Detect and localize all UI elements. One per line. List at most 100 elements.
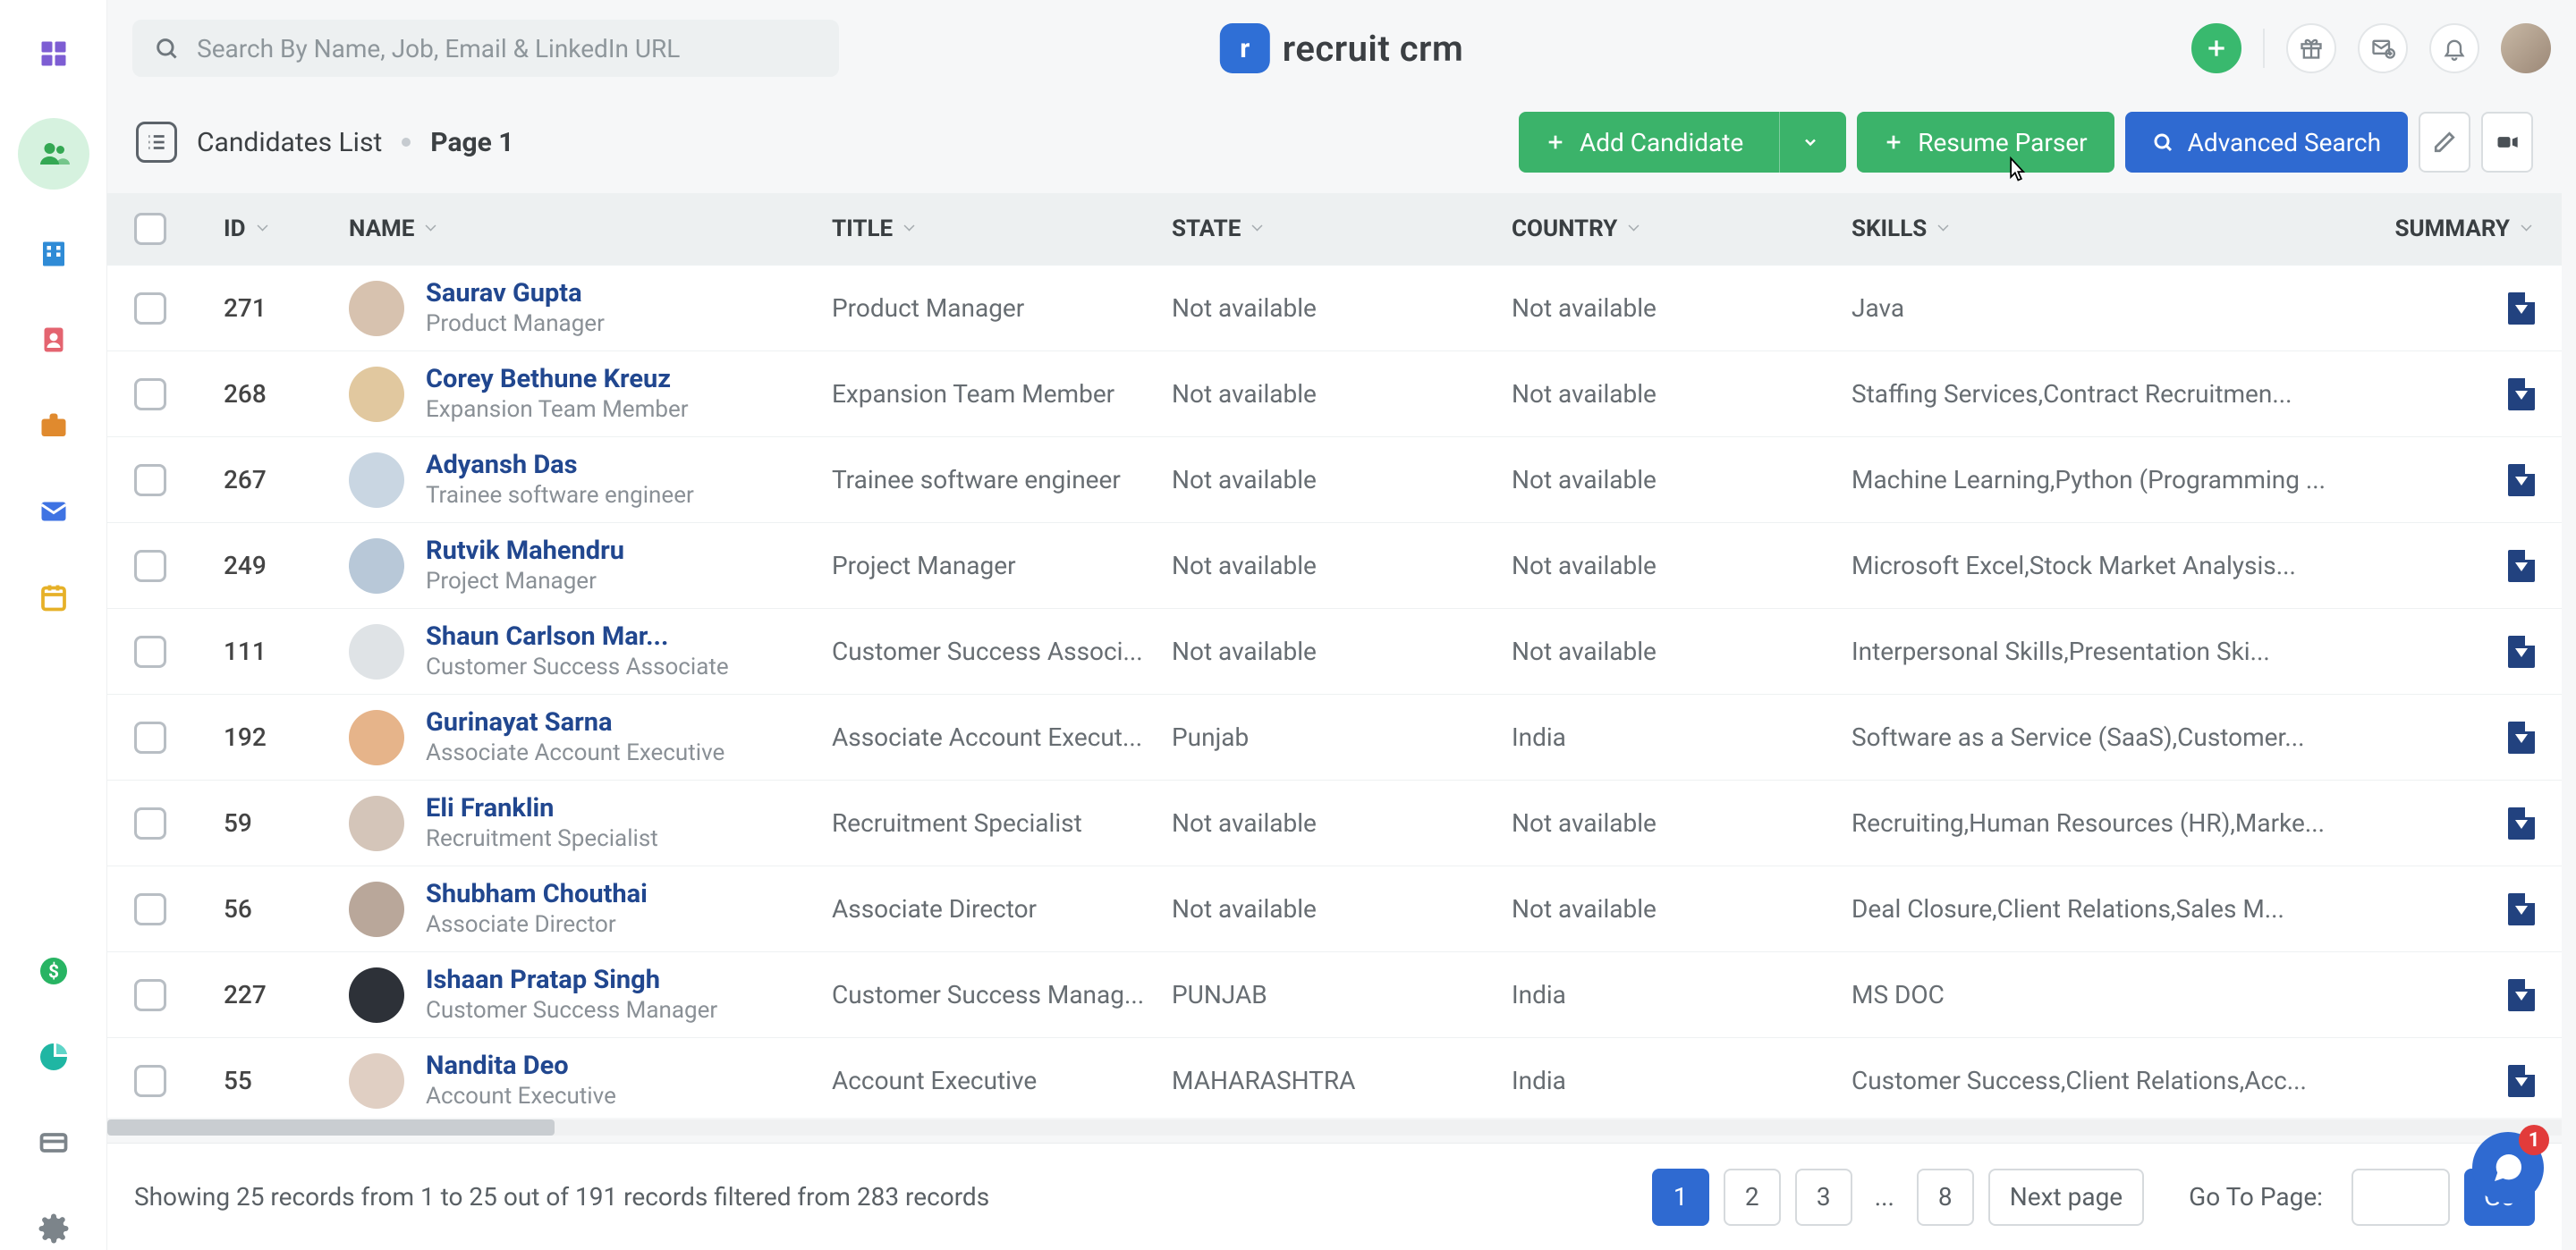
- candidate-name-link[interactable]: Ishaan Pratap Singh: [426, 964, 717, 996]
- candidate-name-link[interactable]: Saurav Gupta: [426, 277, 605, 309]
- download-icon[interactable]: [2508, 979, 2535, 1011]
- cell-title: Expansion Team Member: [832, 379, 1172, 409]
- select-all-checkbox[interactable]: [134, 213, 166, 245]
- header-name[interactable]: NAME: [349, 215, 832, 242]
- cell-state: Not available: [1172, 379, 1512, 409]
- bell-icon[interactable]: [2429, 23, 2479, 73]
- download-icon[interactable]: [2508, 893, 2535, 925]
- list-view-icon[interactable]: [136, 122, 177, 163]
- cell-country: Not available: [1512, 551, 1852, 580]
- row-checkbox[interactable]: [134, 464, 166, 496]
- video-button[interactable]: [2481, 112, 2533, 173]
- header-id[interactable]: ID: [224, 215, 349, 242]
- chat-bubble[interactable]: 1: [2472, 1132, 2544, 1204]
- avatar: [349, 452, 404, 508]
- row-checkbox[interactable]: [134, 807, 166, 840]
- contacts-icon[interactable]: [32, 318, 75, 361]
- cell-country: India: [1512, 1066, 1852, 1095]
- search-input[interactable]: [197, 34, 818, 63]
- cell-skills: Staffing Services,Contract Recruitmen...: [1852, 379, 2352, 409]
- table-body: 271Saurav GuptaProduct ManagerProduct Ma…: [107, 265, 2562, 1118]
- row-checkbox[interactable]: [134, 550, 166, 582]
- cell-skills: Software as a Service (SaaS),Customer...: [1852, 722, 2352, 752]
- cell-title: Customer Success Associ...: [832, 637, 1172, 666]
- row-checkbox[interactable]: [134, 636, 166, 668]
- row-checkbox[interactable]: [134, 292, 166, 325]
- header-summary[interactable]: SUMMARY: [2352, 215, 2562, 242]
- row-checkbox[interactable]: [134, 378, 166, 410]
- edit-button[interactable]: [2419, 112, 2470, 173]
- header-title[interactable]: TITLE: [832, 215, 1172, 242]
- cell-id: 271: [224, 293, 349, 323]
- candidate-subtitle: Recruitment Specialist: [426, 824, 658, 854]
- jobs-icon[interactable]: [32, 404, 75, 447]
- candidate-name-link[interactable]: Eli Franklin: [426, 792, 658, 824]
- download-icon[interactable]: [2508, 292, 2535, 325]
- brand-name: recruit crm: [1283, 28, 1463, 70]
- row-checkbox[interactable]: [134, 979, 166, 1011]
- cell-id: 111: [224, 637, 349, 666]
- settings-icon[interactable]: [32, 1207, 75, 1250]
- cell-id: 55: [224, 1066, 349, 1095]
- horizontal-scrollbar[interactable]: [107, 1119, 2562, 1136]
- candidate-subtitle: Project Manager: [426, 567, 624, 596]
- calendar-icon[interactable]: [32, 576, 75, 619]
- goto-page-input[interactable]: [2351, 1169, 2450, 1226]
- header-country[interactable]: COUNTRY: [1512, 215, 1852, 242]
- header-state[interactable]: STATE: [1172, 215, 1512, 242]
- avatar: [349, 710, 404, 765]
- candidate-name-link[interactable]: Shaun Carlson Mar...: [426, 621, 729, 653]
- chevron-down-icon[interactable]: [1779, 112, 1819, 173]
- dashboard-icon[interactable]: [32, 32, 75, 75]
- table-row: 111 Shaun Carlson Mar... Customer Success …: [107, 608, 2562, 694]
- chat-badge: 1: [2519, 1125, 2549, 1155]
- header-skills[interactable]: SKILLS: [1852, 215, 2352, 242]
- page-button[interactable]: 8: [1917, 1169, 1974, 1226]
- plus-icon: [1884, 132, 1903, 152]
- reports-icon[interactable]: [32, 1035, 75, 1078]
- resume-parser-button[interactable]: Resume Parser: [1857, 112, 2114, 173]
- page-button[interactable]: 2: [1724, 1169, 1781, 1226]
- download-icon[interactable]: [2508, 550, 2535, 582]
- download-icon[interactable]: [2508, 807, 2535, 840]
- gift-icon[interactable]: [2286, 23, 2336, 73]
- row-checkbox[interactable]: [134, 722, 166, 754]
- cell-country: Not available: [1512, 808, 1852, 838]
- candidate-name-link[interactable]: Corey Bethune Kreuz: [426, 363, 689, 395]
- cell-id: 227: [224, 980, 349, 1009]
- advanced-search-label: Advanced Search: [2188, 128, 2381, 157]
- candidate-name-link[interactable]: Adyansh Das: [426, 449, 694, 481]
- next-page-button[interactable]: Next page: [1988, 1169, 2144, 1226]
- search-box[interactable]: [132, 20, 839, 77]
- download-icon[interactable]: [2508, 378, 2535, 410]
- advanced-search-button[interactable]: Advanced Search: [2125, 112, 2408, 173]
- mail-add-icon[interactable]: [2358, 23, 2408, 73]
- deals-icon[interactable]: $: [32, 950, 75, 992]
- scrollbar-thumb[interactable]: [107, 1119, 555, 1136]
- table-footer: Showing 25 records from 1 to 25 out of 1…: [107, 1143, 2562, 1250]
- row-checkbox[interactable]: [134, 1065, 166, 1097]
- user-avatar[interactable]: [2501, 23, 2551, 73]
- download-icon[interactable]: [2508, 636, 2535, 668]
- candidate-name-link[interactable]: Shubham Chouthai: [426, 878, 648, 910]
- topbar-add-button[interactable]: [2191, 23, 2241, 73]
- download-icon[interactable]: [2508, 464, 2535, 496]
- sort-icon: [902, 220, 918, 238]
- billing-icon[interactable]: [32, 1121, 75, 1164]
- download-icon[interactable]: [2508, 1065, 2535, 1097]
- cell-state: Not available: [1172, 551, 1512, 580]
- companies-icon[interactable]: [32, 232, 75, 275]
- candidates-icon[interactable]: [18, 118, 89, 190]
- candidate-name-link[interactable]: Gurinayat Sarna: [426, 706, 724, 739]
- page-button[interactable]: 3: [1795, 1169, 1852, 1226]
- search-icon: [2152, 131, 2174, 153]
- page-button[interactable]: 1: [1652, 1169, 1709, 1226]
- cell-skills: Recruiting,Human Resources (HR),Marke...: [1852, 808, 2352, 838]
- row-checkbox[interactable]: [134, 893, 166, 925]
- add-candidate-button[interactable]: Add Candidate: [1519, 112, 1846, 173]
- candidate-name-link[interactable]: Nandita Deo: [426, 1050, 616, 1082]
- mail-icon[interactable]: [32, 490, 75, 533]
- avatar: [349, 624, 404, 680]
- candidate-name-link[interactable]: Rutvik Mahendru: [426, 535, 624, 567]
- download-icon[interactable]: [2508, 722, 2535, 754]
